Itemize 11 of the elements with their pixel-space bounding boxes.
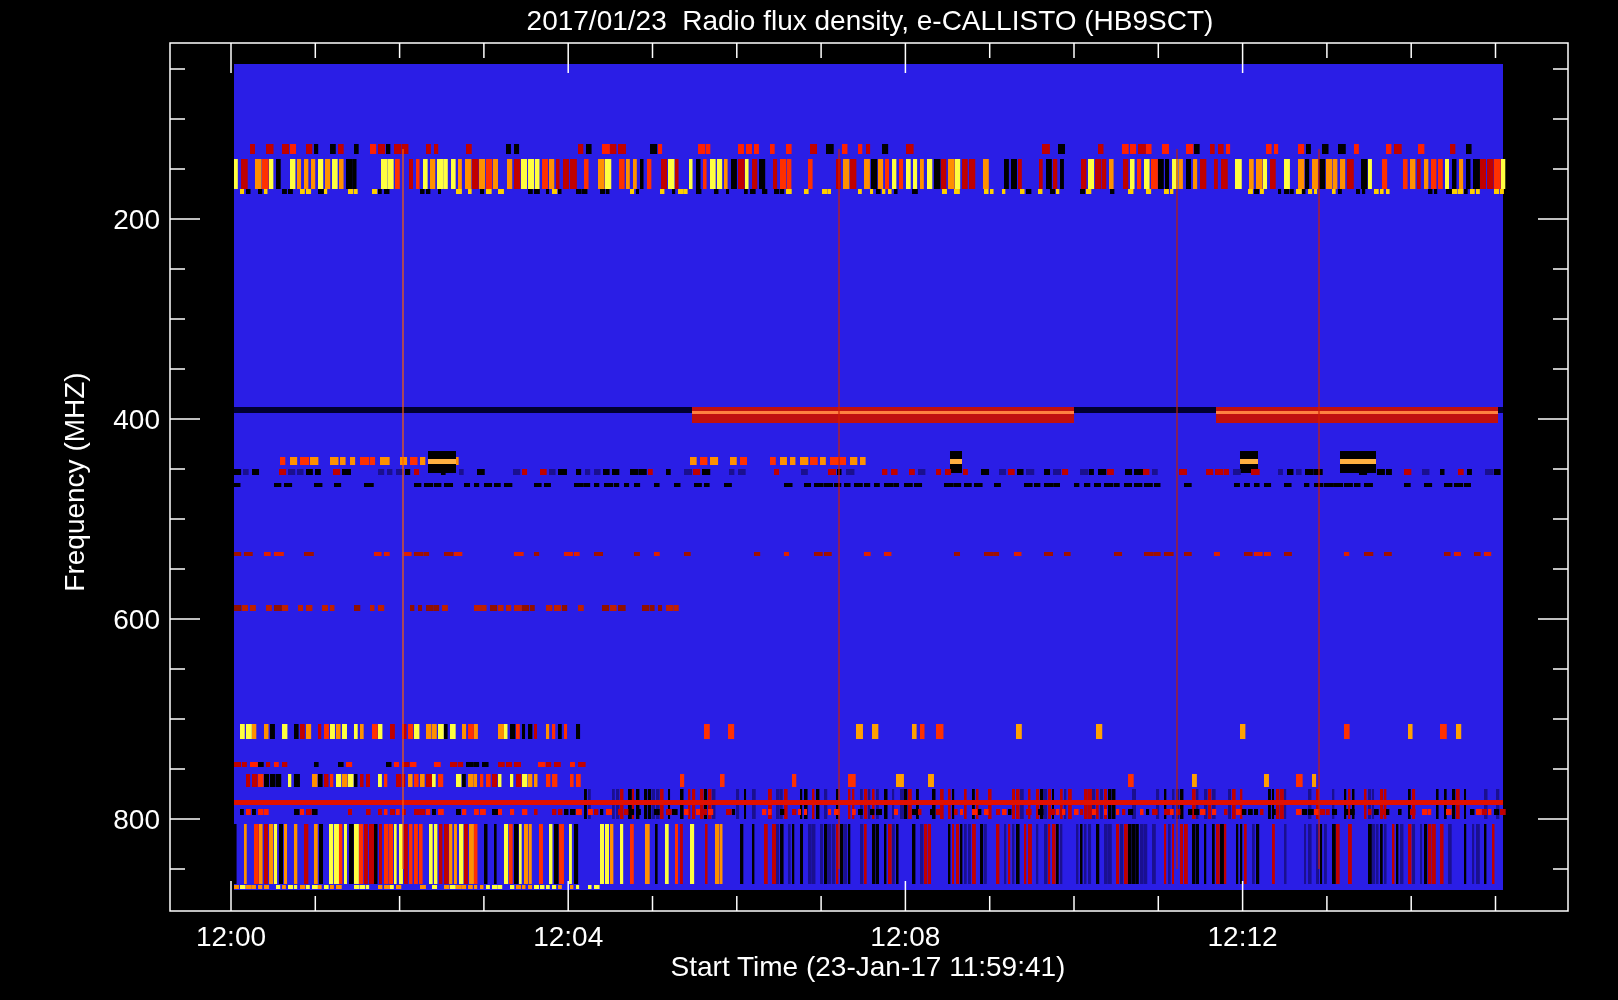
tick-label: 12:04 bbox=[533, 921, 604, 952]
tick-label: 200 bbox=[113, 204, 160, 235]
tick-label: 12:08 bbox=[870, 921, 941, 952]
tick-label: 400 bbox=[113, 404, 160, 435]
tick-label: 600 bbox=[113, 604, 160, 635]
tick-label: 12:00 bbox=[195, 921, 267, 952]
tick-label: 800 bbox=[113, 804, 160, 835]
chart-title: 2017/01/23 Radio flux density, e-CALLISTO (HB9SCT) bbox=[526, 5, 1214, 36]
axis-label: Start Time (23-Jan-17 11:59:41) bbox=[670, 951, 1066, 982]
axis-label: Frequency (MHZ) bbox=[59, 372, 90, 592]
tick-label: 12:12 bbox=[1207, 921, 1278, 952]
